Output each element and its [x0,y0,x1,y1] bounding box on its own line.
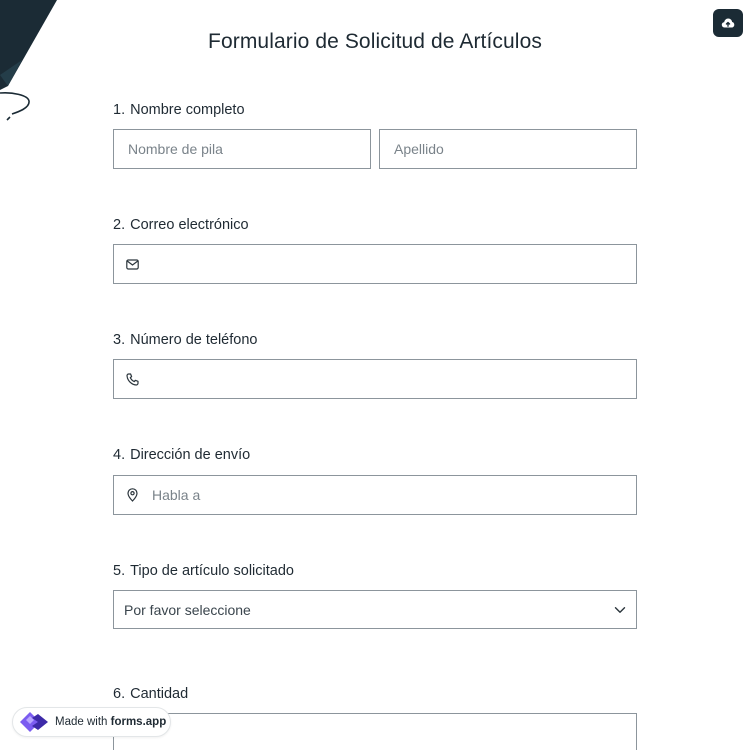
made-with-badge[interactable]: Made with forms.app [12,707,171,737]
question-label-quantity: 6. Cantidad [113,686,188,702]
item-type-selected-value: Por favor seleccione [124,601,251,618]
question-number: 4. [113,447,126,463]
question-number: 3. [113,332,126,348]
question-label-item-type: 5. Tipo de artículo solicitado [113,563,294,579]
map-pin-icon [124,487,140,503]
question-label-full-name: 1. Nombre completo [113,102,245,118]
quantity-input[interactable] [114,714,636,750]
question-label-phone: 3. Número de teléfono [113,332,257,348]
question-text: Tipo de artículo solicitado [130,563,294,579]
form-title: Formulario de Solicitud de Artículos [208,30,542,53]
question-label-address: 4. Dirección de envío [113,447,250,463]
question-number: 5. [113,563,126,579]
cloud-upload-icon [721,18,735,28]
last-name-input[interactable] [380,130,636,168]
first-name-field[interactable] [113,129,371,169]
email-input[interactable] [140,245,636,283]
question-number: 2. [113,217,126,233]
badge-text: Made with forms.app [55,716,166,728]
phone-input[interactable] [140,360,636,398]
phone-icon [124,371,140,387]
address-field[interactable] [113,475,637,515]
question-text: Cantidad [130,686,189,702]
quantity-field[interactable] [113,713,637,750]
question-number: 1. [113,102,126,118]
badge-brand: forms.app [110,716,167,728]
address-input[interactable] [140,476,636,514]
chevron-down-icon [614,606,626,613]
question-text: Correo electrónico [130,217,249,233]
first-name-input[interactable] [114,130,370,168]
envelope-icon [124,256,140,272]
question-text: Número de teléfono [130,332,258,348]
badge-made-with: Made with [55,716,108,728]
forms-app-logo-icon [20,712,48,732]
question-text: Dirección de envío [130,447,251,463]
corner-decoration [0,0,57,121]
last-name-field[interactable] [379,129,637,169]
item-type-select[interactable]: Por favor seleccione [113,590,637,629]
phone-field[interactable] [113,359,637,399]
question-text: Nombre completo [130,102,245,118]
email-field[interactable] [113,244,637,284]
question-number: 6. [113,686,126,702]
question-label-email: 2. Correo electrónico [113,217,249,233]
